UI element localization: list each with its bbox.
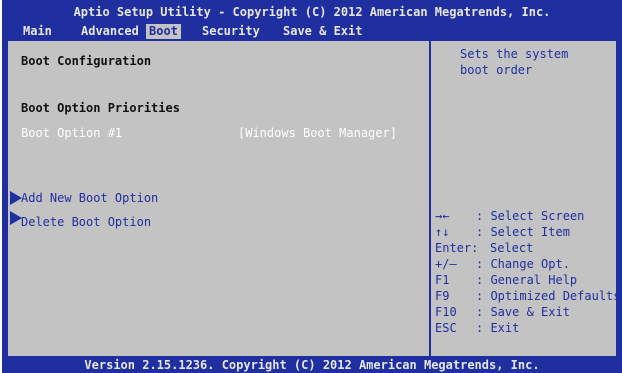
key-action: Select [490, 241, 534, 255]
add-boot-option-label: Add New Boot Option [21, 191, 159, 205]
priorities-title: Boot Option Priorities [21, 101, 180, 115]
section-title: Boot Configuration [21, 54, 152, 68]
boot-option-value[interactable]: [Windows Boot Manager] [238, 126, 397, 140]
delete-boot-option-label: Delete Boot Option [21, 215, 152, 229]
key-action: : Optimized Defaults [476, 289, 621, 303]
key-action: : Select Item [476, 225, 570, 239]
key-select-item: ↑↓ [435, 225, 450, 239]
key-action: : Select Screen [476, 209, 585, 223]
key-change-opt: +/— [435, 257, 457, 271]
help-panel: Sets the system boot order →← : Select S… [431, 41, 621, 356]
key-action: : Save & Exit [476, 305, 570, 319]
boot-option-label: Boot Option #1 [21, 126, 123, 140]
key-esc: ESC [435, 321, 457, 335]
key-f1: F1 [435, 273, 450, 287]
key-action: : Change Opt. [476, 257, 570, 271]
settings-panel: Boot Configuration Boot Option Prioritie… [8, 41, 429, 356]
content-frame: Boot Configuration Boot Option Prioritie… [6, 39, 621, 358]
key-action: : General Help [476, 273, 578, 287]
help-text-line-1: Sets the system [460, 47, 569, 61]
footer-version: Version 2.15.1236. Copyright (C) 2012 Am… [84, 358, 540, 372]
help-text-line-2: boot order [460, 63, 533, 77]
window-title: Aptio Setup Utility - Copyright (C) 2012… [73, 5, 551, 19]
key-f9: F9 [435, 289, 450, 303]
key-f10: F10 [435, 305, 457, 319]
key-action: : Exit [476, 321, 520, 335]
key-enter: Enter: [435, 241, 479, 255]
menu-tab-save-exit[interactable]: Save & Exit [280, 24, 365, 39]
key-select-screen: →← [435, 209, 450, 223]
menu-tab-main[interactable]: Main [20, 24, 55, 39]
menu-tab-advanced[interactable]: Advanced [78, 24, 142, 39]
bios-screen: Aptio Setup Utility - Copyright (C) 2012… [2, 0, 622, 373]
menu-tab-security[interactable]: Security [199, 24, 263, 39]
menu-tab-boot[interactable]: Boot [146, 24, 181, 39]
